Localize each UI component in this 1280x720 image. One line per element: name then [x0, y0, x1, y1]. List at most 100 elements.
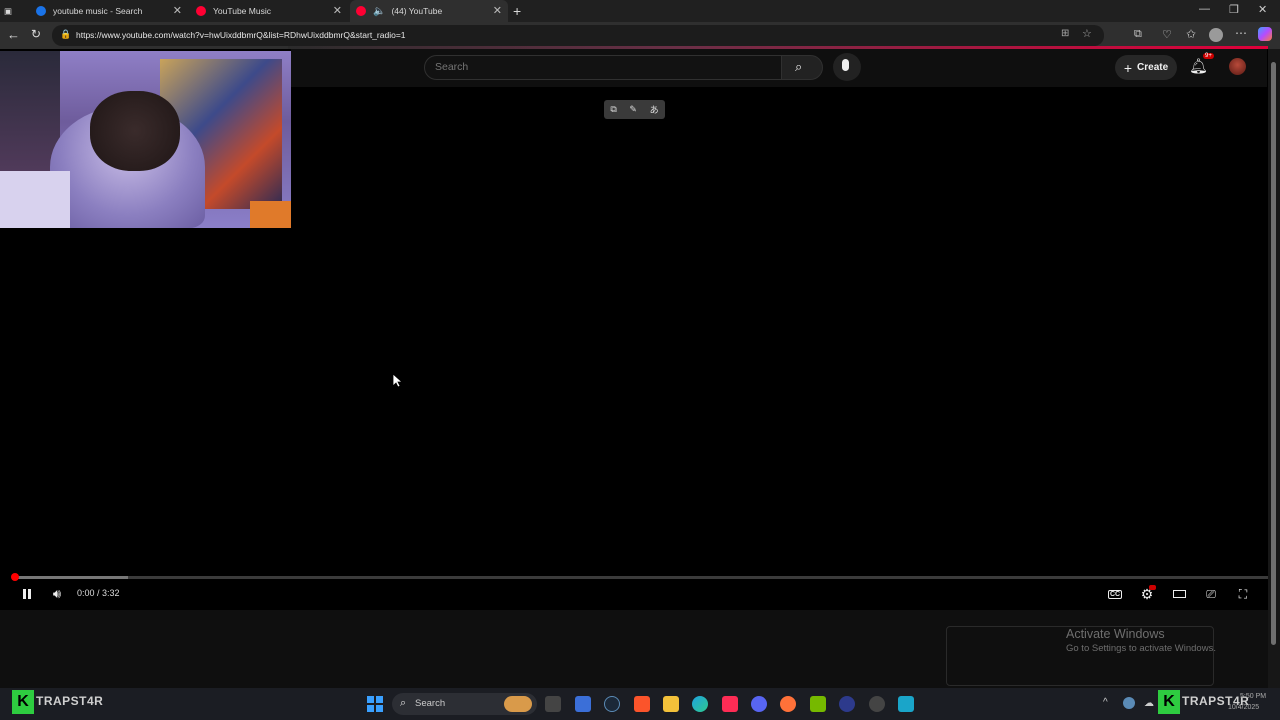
buffered-bar	[12, 576, 128, 579]
search-button[interactable]: ⌕	[781, 55, 823, 80]
plus-icon: +	[1123, 59, 1133, 76]
captions-button[interactable]: CC	[1106, 585, 1124, 603]
new-tab-icon[interactable]: +	[513, 0, 529, 22]
webcam-overlay	[0, 51, 291, 228]
minimize-icon[interactable]: —	[1199, 3, 1210, 15]
create-button[interactable]: + Create	[1115, 55, 1177, 80]
scrollbar-thumb[interactable]	[1271, 62, 1276, 645]
url-text[interactable]: https://www.youtube.com/watch?v=hwUixddb…	[76, 30, 406, 40]
translate-icon[interactable]: あ	[650, 103, 659, 116]
volume-icon: 🔊︎	[52, 586, 62, 601]
search-favicon-icon	[36, 6, 46, 16]
tab-search[interactable]: youtube music - Search ✕	[30, 0, 188, 22]
theater-mode-button[interactable]	[1170, 585, 1188, 603]
tiktok-icon[interactable]	[722, 696, 738, 712]
clock-time[interactable]: 5:50 PM	[1240, 693, 1266, 700]
browser-essentials-icon[interactable]: ♡	[1162, 28, 1172, 41]
app-icon-blue[interactable]	[839, 696, 855, 712]
pause-icon	[23, 589, 31, 599]
address-bar-row: ← ↻ 🔒 https://www.youtube.com/watch?v=hw…	[0, 22, 1280, 49]
search-box[interactable]	[424, 55, 782, 80]
search-highlight-icon	[504, 696, 532, 712]
close-tab-icon[interactable]: ✕	[173, 4, 182, 17]
profile-icon[interactable]	[1209, 28, 1223, 42]
close-tab-icon[interactable]: ✕	[493, 4, 502, 17]
pause-button[interactable]	[18, 585, 36, 603]
tray-steam-icon[interactable]	[1123, 697, 1135, 709]
settings-button[interactable]: ⚙	[1138, 585, 1156, 603]
close-tab-icon[interactable]: ✕	[333, 4, 342, 17]
create-label: Create	[1137, 62, 1169, 73]
brand-logo-left: K	[12, 690, 34, 714]
search-input[interactable]	[435, 61, 755, 73]
brave-icon[interactable]	[634, 696, 650, 712]
app-available-icon[interactable]: ⊞	[1061, 28, 1069, 39]
taskbar-search[interactable]: ⌕ Search	[392, 693, 537, 715]
notification-badge: 9+	[1203, 53, 1214, 59]
activate-title: Activate Windows	[1066, 627, 1165, 641]
notifications-bell-icon[interactable]: 🔔︎	[1189, 57, 1208, 75]
mouse-cursor-icon	[393, 374, 402, 388]
task-view-icon[interactable]	[545, 696, 561, 712]
youtube-favicon-icon	[356, 6, 366, 16]
youtube-header: ⌕ + Create 🔔︎ 9+	[291, 49, 1267, 87]
search-icon: ⌕	[795, 59, 803, 74]
steam-icon[interactable]	[604, 696, 620, 712]
scrubber-handle[interactable]	[11, 573, 19, 581]
app-icon-red-dot[interactable]	[869, 696, 885, 712]
captions-icon: CC	[1107, 589, 1123, 599]
theater-icon	[1172, 590, 1186, 598]
address-bar[interactable]: 🔒 https://www.youtube.com/watch?v=hwUixd…	[52, 25, 1104, 46]
hd-badge	[1149, 585, 1156, 590]
time-display: 0:00 / 3:32	[77, 588, 120, 598]
voice-search-button[interactable]	[833, 53, 861, 81]
brand-logo-right: K	[1158, 690, 1180, 714]
tab-youtube[interactable]: 🔈 (44) YouTube ✕	[350, 0, 508, 22]
copilot-icon[interactable]	[1258, 27, 1272, 41]
speaker-icon[interactable]: 🔈	[373, 6, 385, 17]
pip-icon[interactable]: ⧉	[610, 104, 616, 115]
discord-icon[interactable]	[751, 696, 767, 712]
restore-icon[interactable]: ❐	[1229, 3, 1239, 16]
cast-button[interactable]: ⎚	[1202, 585, 1220, 603]
notes-icon[interactable]: ✎	[629, 104, 637, 115]
tab-actions-icon[interactable]: ▣	[4, 0, 24, 22]
app-icon-cyan[interactable]	[898, 696, 914, 712]
file-explorer-icon[interactable]	[663, 696, 679, 712]
tray-chevron-icon[interactable]: ^	[1103, 697, 1108, 708]
lock-icon[interactable]: 🔒	[60, 29, 71, 40]
taskbar-search-label: Search	[415, 698, 446, 709]
refresh-icon[interactable]: ↻	[31, 27, 41, 41]
youtube-music-favicon-icon	[196, 6, 206, 16]
video-player[interactable]	[0, 228, 1268, 573]
activate-subtitle: Go to Settings to activate Windows.	[1066, 643, 1216, 654]
favorites-icon[interactable]: ✩	[1186, 27, 1196, 41]
fullscreen-button[interactable]: ⛶	[1234, 585, 1252, 603]
tab-strip: ▣ youtube music - Search ✕ YouTube Music…	[0, 0, 1280, 22]
volume-button[interactable]: 🔊︎	[48, 585, 66, 603]
close-window-icon[interactable]: ✕	[1258, 3, 1267, 16]
favorite-star-icon[interactable]: ☆	[1082, 27, 1092, 40]
extensions-icon[interactable]: ⧉	[1134, 28, 1142, 41]
tab-title: youtube music - Search	[53, 6, 143, 16]
progress-bar[interactable]	[12, 576, 1268, 579]
fullscreen-icon: ⛶	[1238, 586, 1248, 601]
nvidia-icon[interactable]	[810, 696, 826, 712]
clock-date[interactable]: 10/4/2025	[1228, 704, 1259, 711]
windows-start-icon[interactable]	[367, 696, 383, 712]
edge-icon[interactable]	[692, 696, 708, 712]
tab-title: (44) YouTube	[391, 6, 443, 16]
more-menu-icon[interactable]: ⋯	[1235, 26, 1247, 40]
notepad-icon[interactable]	[575, 696, 591, 712]
back-icon[interactable]: ←	[7, 27, 20, 42]
firefox-icon[interactable]	[780, 696, 796, 712]
account-avatar[interactable]	[1229, 58, 1246, 75]
tray-cloud-icon[interactable]: ☁	[1144, 698, 1154, 709]
brand-text-left: TRAPST4R	[36, 694, 104, 708]
mini-toolbar: ⧉ ✎ あ	[604, 100, 665, 119]
search-icon: ⌕	[400, 697, 407, 709]
microphone-icon	[842, 59, 849, 71]
cast-icon: ⎚	[1206, 586, 1216, 601]
tab-youtube-music[interactable]: YouTube Music ✕	[190, 0, 348, 22]
tab-title: YouTube Music	[213, 6, 271, 16]
